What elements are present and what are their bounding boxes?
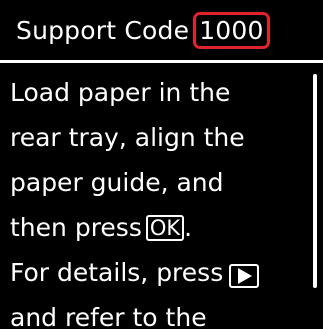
header-bar: Support Code 1000 bbox=[0, 0, 323, 60]
printer-lcd-screen: Support Code 1000 Load paper in the rear… bbox=[0, 0, 323, 329]
message-line-1: Load paper in the bbox=[10, 78, 231, 107]
scrollbar[interactable] bbox=[313, 74, 317, 288]
message-line-4-period: . bbox=[184, 213, 193, 242]
ok-key-icon: OK bbox=[145, 215, 185, 241]
message-line-2: rear tray, align the bbox=[10, 123, 245, 152]
message-line-4-text: then press bbox=[10, 213, 142, 242]
message-line-4: then press OK. bbox=[10, 198, 306, 243]
message-body: Load paper in the rear tray, align the p… bbox=[10, 63, 306, 329]
message-line-5: For details, press bbox=[10, 243, 306, 288]
message-line-5-text: For details, press bbox=[10, 258, 224, 287]
message-line-6: and refer to the bbox=[10, 303, 207, 329]
support-code-title: Support Code bbox=[16, 15, 190, 45]
support-code-value: 1000 bbox=[193, 11, 270, 49]
play-right-icon bbox=[229, 264, 260, 288]
message-line-3: paper guide, and bbox=[10, 168, 224, 197]
